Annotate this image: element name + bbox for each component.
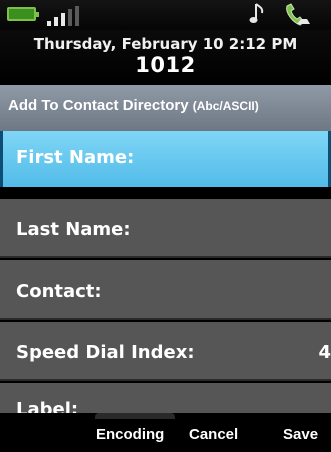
softkey-tab [95,413,175,419]
battery-icon [7,7,39,21]
music-note-icon [249,3,264,23]
contact-label: Contact: [16,281,102,302]
contact-field[interactable]: Contact: [0,260,331,320]
save-softkey[interactable]: Save [283,426,318,443]
speed-dial-index-field[interactable]: Speed Dial Index: 4 [0,322,331,381]
screen-title-text: Add To Contact Directory [8,97,189,114]
speed-dial-index-value: 4 [318,342,331,363]
screen-title: Add To Contact Directory (Abc/ASCII) [8,97,259,114]
handset-icon [286,3,310,26]
phone-header: Thursday, February 10 2:12 PM 1012 [0,30,331,85]
softkey-bar: Encoding Cancel Save [0,413,331,452]
input-mode-indicator: (Abc/ASCII) [192,99,259,113]
extension-number: 1012 [135,53,196,77]
first-name-label: First Name: [16,147,135,168]
signal-bars-icon [45,6,85,26]
screen-title-bar: Add To Contact Directory (Abc/ASCII) [0,85,331,131]
last-name-field[interactable]: Last Name: [0,199,331,258]
last-name-label: Last Name: [16,219,131,240]
first-name-field[interactable]: First Name: [0,131,331,187]
speed-dial-index-label: Speed Dial Index: [16,342,195,363]
status-bar [0,0,331,30]
date-time: Thursday, February 10 2:12 PM [33,35,298,53]
encoding-softkey[interactable]: Encoding [96,426,164,443]
cancel-softkey[interactable]: Cancel [189,426,238,443]
